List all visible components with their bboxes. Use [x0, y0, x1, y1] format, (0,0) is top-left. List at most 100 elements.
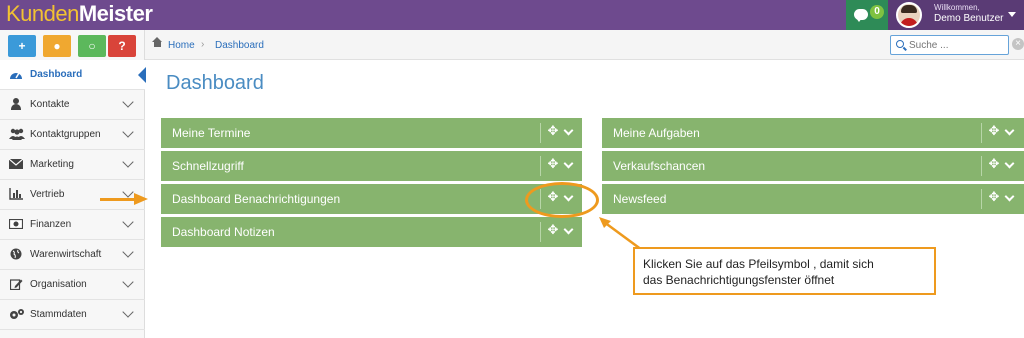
chevron-down-icon[interactable]: [563, 224, 574, 235]
comment-icon: [854, 9, 868, 22]
avatar: [896, 2, 922, 28]
page-title: Dashboard: [166, 72, 264, 94]
sidebar-item-label: Warenwirtschaft: [30, 249, 102, 260]
caret-down-icon: [1008, 12, 1016, 17]
quick-add-button[interactable]: +: [8, 35, 36, 57]
widget-divider: [981, 123, 982, 143]
bar-chart-icon: [9, 188, 23, 202]
person-icon: [9, 98, 23, 112]
sidebar-item-dashboard[interactable]: Dashboard: [0, 60, 146, 90]
search-icon: ○: [88, 39, 96, 53]
move-icon[interactable]: ✥: [546, 157, 560, 171]
chevron-down-icon: [122, 156, 134, 168]
edit-icon: [9, 278, 23, 292]
annotation-arrow-left: [100, 198, 136, 201]
group-icon: [9, 128, 25, 142]
top-bar: KundenMeister 0 Willkommen, Demo Benutze…: [0, 0, 1024, 30]
breadcrumb-current[interactable]: Dashboard: [215, 40, 264, 51]
widget-title: Meine Termine: [172, 126, 251, 140]
search-icon: [896, 40, 904, 48]
move-icon[interactable]: ✥: [987, 157, 1001, 171]
widget-title: Meine Aufgaben: [613, 126, 700, 140]
widget-title: Newsfeed: [613, 192, 667, 206]
widget-divider: [540, 156, 541, 176]
widget-title: Verkaufschancen: [613, 159, 706, 173]
envelope-icon: [8, 158, 24, 172]
widget-meine-aufgaben: Meine Aufgaben ✥: [602, 118, 1024, 148]
widget-dashboard-notizen: Dashboard Notizen ✥: [161, 217, 582, 247]
quick-help-button[interactable]: ?: [108, 35, 136, 57]
chevron-down-icon[interactable]: [563, 158, 574, 169]
sidebar-item-label: Kontakte: [30, 99, 70, 110]
sidebar-item-stammdaten[interactable]: Stammdaten: [0, 300, 145, 330]
sidebar-item-kontakte[interactable]: Kontakte: [0, 90, 145, 120]
move-icon[interactable]: ✥: [546, 223, 560, 237]
chat-bubble-icon: ●: [53, 39, 61, 53]
help-icon: ?: [118, 39, 126, 53]
sidebar-item-label: Vertrieb: [30, 189, 65, 200]
sidebar-item-label: Dashboard: [30, 69, 83, 80]
close-icon[interactable]: ×: [1012, 38, 1024, 50]
chat-count-badge: 0: [870, 5, 884, 19]
widget-verkaufschancen: Verkaufschancen ✥: [602, 151, 1024, 181]
widget-schnellzugriff: Schnellzugriff ✥: [161, 151, 582, 181]
breadcrumb: Home › Dashboard ×: [145, 30, 1024, 60]
sidebar-item-label: Kontaktgruppen: [30, 129, 101, 140]
chevron-down-icon: [122, 126, 134, 138]
chevron-down-icon: [122, 276, 134, 288]
widget-meine-termine: Meine Termine ✥: [161, 118, 582, 148]
app-logo[interactable]: KundenMeister: [6, 1, 153, 27]
move-icon[interactable]: ✥: [987, 190, 1001, 204]
quick-comment-button[interactable]: ●: [43, 35, 71, 57]
sidebar-item-label: Finanzen: [30, 219, 72, 230]
logo-part-kunden: Kunden: [6, 1, 79, 26]
dashboard-icon: [9, 68, 23, 82]
cogs-icon: [9, 308, 24, 322]
chevron-down-icon[interactable]: [1004, 125, 1015, 136]
widget-title: Dashboard Benachrichtigungen: [172, 192, 341, 206]
plus-icon: +: [18, 39, 26, 53]
sidebar-item-kontaktgruppen[interactable]: Kontaktgruppen: [0, 120, 145, 150]
search-box: [890, 35, 1009, 55]
sidebar-item-organisation[interactable]: Organisation: [0, 270, 145, 300]
chevron-down-icon[interactable]: [1004, 191, 1015, 202]
money-icon: [8, 218, 24, 232]
chevron-down-icon[interactable]: [1004, 158, 1015, 169]
quick-search-button[interactable]: ○: [78, 35, 106, 57]
chevron-down-icon: [122, 96, 134, 108]
callout-line-1: Klicken Sie auf das Pfeilsymbol , damit …: [643, 257, 874, 271]
sidebar-item-label: Organisation: [30, 279, 87, 290]
widget-title: Schnellzugriff: [172, 159, 244, 173]
user-name: Demo Benutzer: [934, 13, 1004, 24]
widget-divider: [981, 156, 982, 176]
globe-icon: [9, 248, 23, 262]
widget-dashboard-benachrichtigungen: Dashboard Benachrichtigungen ✥: [161, 184, 582, 214]
move-icon[interactable]: ✥: [546, 124, 560, 138]
sidebar-item-marketing[interactable]: Marketing: [0, 150, 145, 180]
breadcrumb-home-link[interactable]: Home: [168, 40, 195, 51]
sidebar-item-label: Stammdaten: [30, 309, 87, 320]
callout-line-2: das Benachrichtigungsfenster öffnet: [643, 273, 835, 287]
breadcrumb-separator: ›: [201, 39, 205, 50]
chevron-down-icon[interactable]: [563, 125, 574, 136]
widget-newsfeed: Newsfeed ✥: [602, 184, 1024, 214]
widget-divider: [540, 123, 541, 143]
app-window: KundenMeister 0 Willkommen, Demo Benutze…: [0, 0, 1024, 338]
annotation-callout: Klicken Sie auf das Pfeilsymbol , damit …: [633, 247, 936, 295]
search-input[interactable]: [909, 38, 1005, 52]
widget-divider: [540, 222, 541, 242]
annotation-highlight-ellipse: [525, 182, 599, 218]
user-menu[interactable]: Willkommen, Demo Benutzer: [888, 0, 1024, 30]
sidebar-item-warenwirtschaft[interactable]: Warenwirtschaft: [0, 240, 145, 270]
widget-title: Dashboard Notizen: [172, 225, 275, 239]
move-icon[interactable]: ✥: [987, 124, 1001, 138]
chevron-down-icon: [122, 186, 134, 198]
annotation-arrow-left-head: [134, 193, 148, 205]
sidebar-item-vertrieb[interactable]: Vertrieb: [0, 180, 145, 210]
logo-part-meister: Meister: [78, 1, 153, 26]
chevron-down-icon: [122, 306, 134, 318]
sidebar-item-finanzen[interactable]: Finanzen: [0, 210, 145, 240]
widget-divider: [981, 189, 982, 209]
chat-button[interactable]: 0: [846, 0, 888, 30]
welcome-text: Willkommen,: [934, 3, 980, 12]
